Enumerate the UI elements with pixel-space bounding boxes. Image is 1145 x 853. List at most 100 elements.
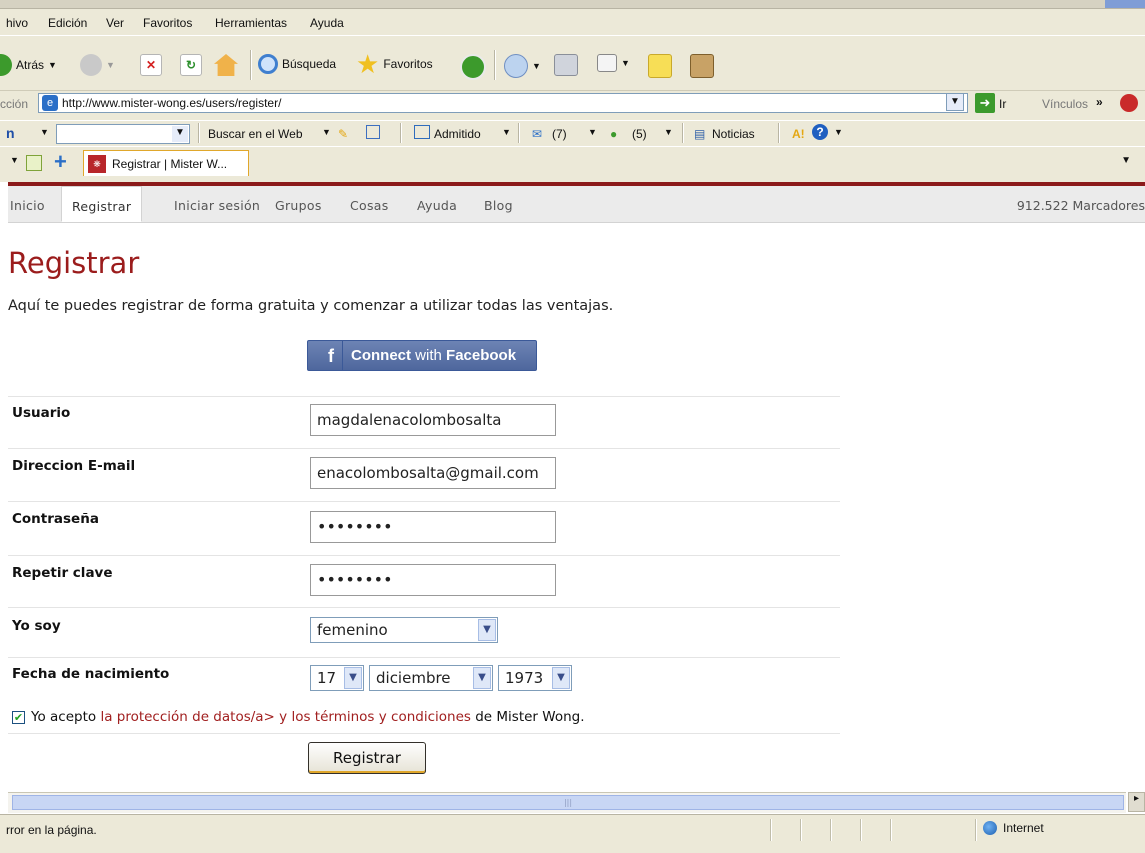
history-button[interactable] [460, 54, 486, 80]
status-divider [890, 819, 892, 841]
tab-registrar[interactable]: ❋ Registrar | Mister W... [83, 150, 249, 176]
popup-admitido[interactable]: Admitido [434, 127, 481, 141]
mail-count-dropdown-icon[interactable]: ▼ [588, 127, 597, 137]
menu-file[interactable]: hivo [6, 16, 28, 30]
birth-month-select[interactable]: diciembre ▼ [369, 665, 493, 691]
toolbar-divider [198, 123, 200, 143]
username-input[interactable] [310, 404, 556, 436]
help-icon[interactable]: ? [812, 124, 828, 140]
nav-iniciar-sesion[interactable]: Iniciar sesión [174, 198, 260, 213]
contacts-dropdown-icon[interactable]: ▼ [664, 127, 673, 137]
star-icon: ★ [356, 49, 380, 79]
scrollbar-thumb[interactable]: ||| [12, 795, 1124, 810]
links-label[interactable]: Vínculos [1042, 97, 1088, 111]
msn-logo-icon[interactable]: n [6, 125, 15, 141]
form-divider [8, 396, 840, 397]
repeat-password-label: Repetir clave [12, 565, 113, 581]
password-input[interactable]: •••••••• [310, 511, 556, 543]
go-button[interactable]: Ir [999, 97, 1006, 111]
notes-button[interactable] [648, 54, 672, 78]
options-icon[interactable]: A! [792, 127, 805, 141]
birth-year-select[interactable]: 1973 ▼ [498, 665, 572, 691]
address-input[interactable]: e http://www.mister-wong.es/users/regist… [38, 93, 968, 113]
search-field[interactable]: ▼ [56, 124, 190, 144]
tab-list-icon[interactable]: ▼ [10, 155, 19, 165]
address-dropdown-icon[interactable]: ▼ [946, 93, 964, 111]
help-dropdown-icon[interactable]: ▼ [834, 127, 843, 137]
refresh-button[interactable]: ↻ [180, 54, 202, 76]
window-controls[interactable] [1105, 0, 1145, 8]
nav-blog[interactable]: Blog [484, 198, 513, 213]
zone-label: Internet [1003, 821, 1044, 835]
quick-tabs-icon[interactable] [26, 155, 42, 171]
back-button[interactable]: Atrás ▼ [0, 54, 57, 76]
horizontal-scrollbar[interactable]: ||| [8, 792, 1126, 813]
back-label: Atrás [16, 58, 45, 72]
register-submit-button[interactable]: Registrar [308, 742, 426, 774]
nav-cosas[interactable]: Cosas [350, 198, 389, 213]
mail-dropdown-icon[interactable]: ▼ [532, 61, 541, 71]
refresh-icon: ↻ [180, 54, 202, 76]
facebook-connect-button[interactable]: f Connect with Facebook [307, 340, 537, 371]
terms-link[interactable]: términos y condiciones [315, 709, 471, 725]
menu-favorites[interactable]: Favoritos [143, 16, 192, 30]
menu-help[interactable]: Ayuda [310, 16, 344, 30]
repeat-password-input[interactable]: •••••••• [310, 564, 556, 596]
web-search-button[interactable]: Buscar en el Web [208, 127, 303, 141]
popup-blocker-icon [414, 125, 430, 139]
tab-title: Registrar | Mister W... [112, 156, 228, 171]
menu-view[interactable]: Ver [106, 16, 124, 30]
form-divider [8, 657, 840, 658]
print-button[interactable] [554, 54, 578, 76]
back-dropdown-icon[interactable]: ▼ [48, 60, 57, 70]
edit-button[interactable]: ▼ [597, 54, 630, 72]
terms-checkbox[interactable]: ✔ [12, 710, 25, 724]
search-button[interactable]: Búsqueda [258, 54, 336, 74]
chevron-down-icon[interactable]: ▼ [344, 667, 362, 689]
toolbar-divider [682, 123, 684, 143]
home-button[interactable] [214, 54, 238, 76]
nav-ayuda[interactable]: Ayuda [417, 198, 457, 213]
email-input[interactable] [310, 457, 556, 489]
standard-toolbar: Atrás ▼ ▼ ✕ ↻ Búsqueda ★ Favoritos ▼ ▼ [0, 40, 1145, 91]
intro-text: Aquí te puedes registrar de forma gratui… [8, 298, 614, 314]
scroll-arrow-icon[interactable]: ▸ [1128, 792, 1145, 812]
contacts-count[interactable]: (5) [632, 127, 647, 141]
chevron-down-icon[interactable]: ▼ [478, 619, 496, 641]
admitido-dropdown-icon[interactable]: ▼ [502, 127, 511, 137]
search-field-dropdown-icon[interactable]: ▼ [172, 126, 188, 142]
tab-menu-icon[interactable]: ▼ [1121, 155, 1131, 166]
printer-icon [554, 54, 578, 76]
nav-grupos[interactable]: Grupos [275, 198, 322, 213]
nav-inicio[interactable]: Inicio [10, 198, 45, 213]
forward-button[interactable]: ▼ [80, 54, 115, 76]
highlight-icon[interactable]: ✎ [338, 127, 348, 141]
addon-icon[interactable] [1120, 94, 1138, 112]
go-arrow-icon[interactable]: ➜ [975, 93, 995, 113]
mail-button[interactable]: ▼ [504, 54, 541, 78]
web-search-dropdown-icon[interactable]: ▼ [322, 127, 331, 137]
news-button[interactable]: Noticias [712, 127, 755, 141]
birth-day-select[interactable]: 17 ▼ [310, 665, 364, 691]
chevron-down-icon[interactable]: ▼ [473, 667, 491, 689]
favorites-button[interactable]: ★ Favoritos [356, 49, 433, 79]
edit-dropdown-icon[interactable]: ▼ [621, 58, 630, 68]
stop-button[interactable]: ✕ [140, 54, 162, 76]
menu-tools[interactable]: Herramientas [215, 16, 287, 30]
new-tab-plus-icon[interactable]: + [54, 149, 67, 175]
mail-icon[interactable]: ✉ [532, 127, 542, 141]
chevron-down-icon[interactable]: ▼ [552, 667, 570, 689]
gender-select[interactable]: femenino ▼ [310, 617, 498, 643]
site-nav: Inicio Registrar Iniciar sesión Grupos C… [8, 186, 1145, 223]
privacy-link[interactable]: la protección de datos/a> [100, 709, 274, 725]
menu-edit[interactable]: Edición [48, 16, 87, 30]
nav-registrar[interactable]: Registrar [61, 186, 143, 222]
status-bar: rror en la página. Internet [0, 814, 1145, 853]
contacts-icon[interactable]: ● [610, 127, 617, 141]
msn-dropdown-icon[interactable]: ▼ [40, 127, 49, 137]
links-chevron-icon[interactable]: » [1096, 95, 1103, 109]
research-button[interactable] [690, 54, 714, 78]
form-fill-icon[interactable] [366, 125, 380, 139]
mail-count[interactable]: (7) [552, 127, 567, 141]
forward-dropdown-icon[interactable]: ▼ [106, 60, 115, 70]
